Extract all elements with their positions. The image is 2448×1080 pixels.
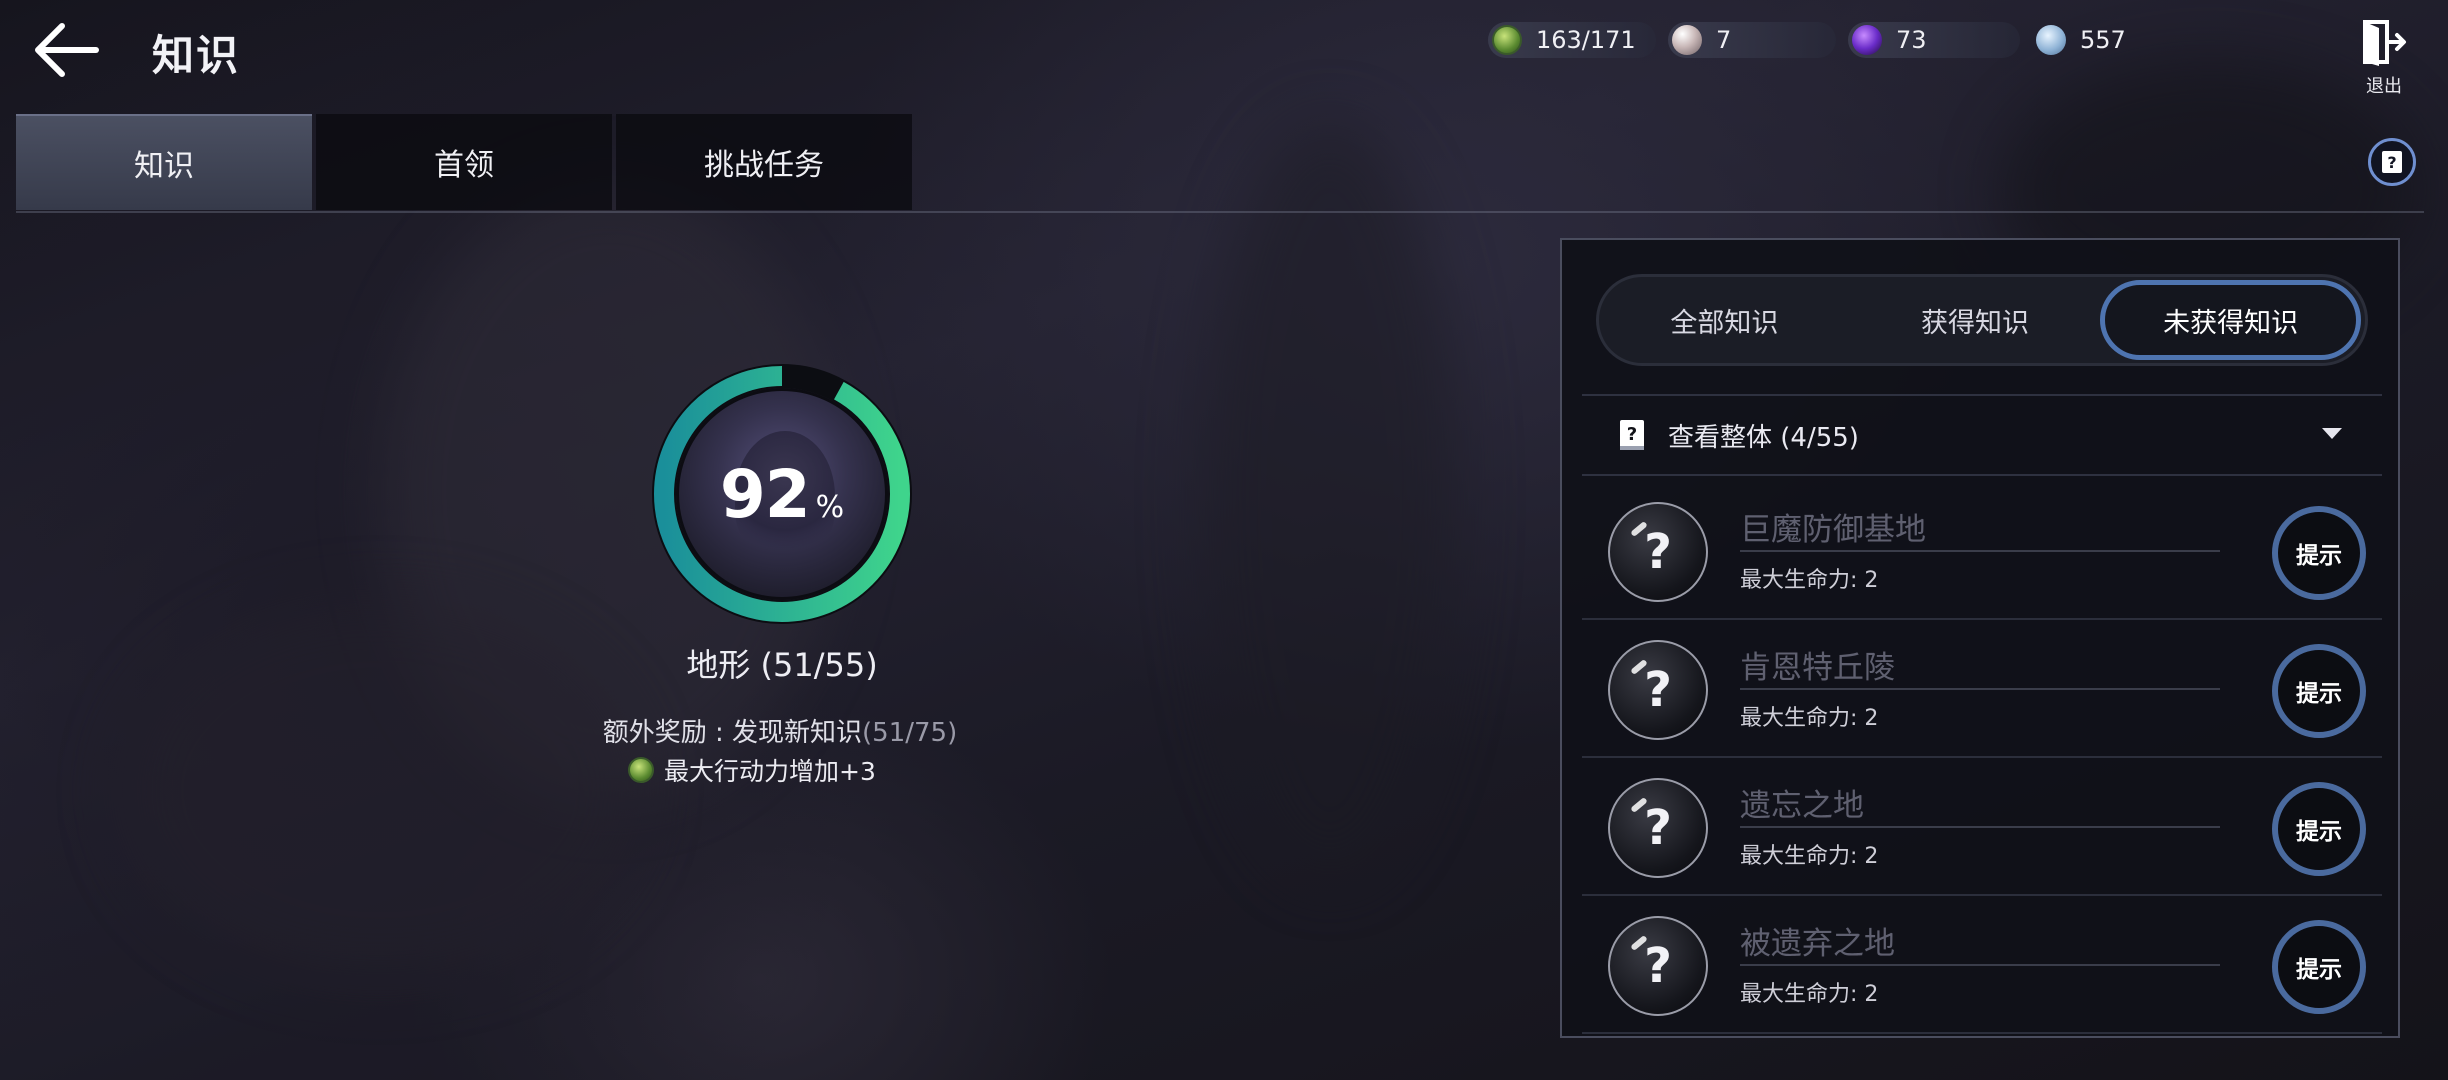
- unknown-orb-icon: ?: [1608, 502, 1708, 602]
- tab-challenges[interactable]: 挑战任务: [616, 114, 912, 210]
- knowledge-panel: 全部知识 获得知识 未获得知识 ? 查看整体 (4/55) ? 巨魔防御基地 最…: [1560, 238, 2400, 1038]
- hint-button[interactable]: 提示: [2272, 920, 2366, 1014]
- divider: [1740, 688, 2220, 690]
- overview-label: 查看整体 (4/55): [1668, 422, 1859, 453]
- list-item: ? 被遗弃之地 最大生命力: 2 提示: [1582, 896, 2382, 1034]
- filter-all[interactable]: 全部知识: [1599, 280, 1850, 360]
- exit-button[interactable]: 退出: [2356, 18, 2412, 97]
- item-name: 巨魔防御基地: [1740, 512, 1926, 548]
- hint-button[interactable]: 提示: [2272, 782, 2366, 876]
- item-name: 肯恩特丘陵: [1740, 650, 1895, 686]
- resource-pearls: 7: [1668, 22, 1836, 58]
- svg-text:?: ?: [2387, 153, 2396, 172]
- resource-action-points: 163/171: [1488, 22, 1656, 58]
- progress-percent-sign: %: [815, 489, 845, 525]
- filter-bar: 全部知识 获得知识 未获得知识: [1596, 274, 2368, 366]
- divider: [1740, 550, 2220, 552]
- item-stat: 最大生命力: 2: [1740, 982, 1879, 1007]
- divider: [1740, 826, 2220, 828]
- terrain-image: 92 %: [676, 388, 888, 600]
- progress-label: 地形 (51/55): [686, 646, 878, 684]
- terrain-progress: 92 %: [650, 362, 914, 626]
- exit-door-icon: [2363, 20, 2406, 66]
- tab-bosses[interactable]: 首领: [316, 114, 612, 210]
- exit-label: 退出: [2366, 76, 2402, 97]
- page-title: 知识: [152, 31, 241, 80]
- overview-dropdown[interactable]: ? 查看整体 (4/55): [1582, 394, 2382, 476]
- help-button[interactable]: ?: [2368, 138, 2416, 186]
- background-rock: [1200, 120, 1460, 880]
- item-name: 被遗弃之地: [1740, 926, 1895, 962]
- reward-text: 最大行动力增加+3: [664, 757, 876, 786]
- action-point-icon: [628, 757, 654, 783]
- background-rock: [120, 600, 640, 980]
- item-stat: 最大生命力: 2: [1740, 706, 1879, 731]
- hint-button[interactable]: 提示: [2272, 506, 2366, 600]
- resource-value: 7: [1716, 26, 1732, 54]
- gem-icon: [2036, 25, 2066, 55]
- unknown-orb-icon: ?: [1608, 778, 1708, 878]
- action-point-icon: [1492, 25, 1522, 55]
- divider: [1740, 964, 2220, 966]
- resource-value: 163/171: [1536, 26, 1636, 54]
- resource-value: 557: [2080, 26, 2126, 54]
- main-tabs: 知识 首领 挑战任务: [16, 114, 916, 210]
- item-stat: 最大生命力: 2: [1740, 844, 1879, 869]
- item-name: 遗忘之地: [1740, 788, 1864, 824]
- bonus-count: (51/75): [862, 718, 958, 748]
- question-book-icon: ?: [1620, 420, 1644, 450]
- back-button[interactable]: [32, 18, 102, 82]
- knowledge-list: ? 巨魔防御基地 最大生命力: 2 提示 ? 肯恩特丘陵 最大生命力: 2 提示…: [1582, 482, 2382, 1034]
- pearl-icon: [1672, 25, 1702, 55]
- svg-text:?: ?: [1627, 424, 1637, 445]
- resource-gems: 557: [2032, 22, 2142, 58]
- list-item: ? 肯恩特丘陵 最大生命力: 2 提示: [1582, 620, 2382, 758]
- resource-orbs: 73: [1848, 22, 2020, 58]
- filter-not-obtained[interactable]: 未获得知识: [2100, 280, 2362, 360]
- tabs-divider: [16, 211, 2424, 213]
- progress-percent: 92: [719, 455, 811, 533]
- filter-obtained[interactable]: 获得知识: [1850, 280, 2101, 360]
- list-item: ? 遗忘之地 最大生命力: 2 提示: [1582, 758, 2382, 896]
- unknown-orb-icon: ?: [1608, 640, 1708, 740]
- list-item: ? 巨魔防御基地 最大生命力: 2 提示: [1582, 482, 2382, 620]
- unknown-orb-icon: ?: [1608, 916, 1708, 1016]
- bonus-description: 额外奖励 : 发现新知识(51/75): [480, 712, 1080, 749]
- help-book-icon: ?: [2382, 151, 2402, 173]
- arrow-left-icon: [35, 23, 99, 77]
- resource-value: 73: [1896, 26, 1927, 54]
- hint-button[interactable]: 提示: [2272, 644, 2366, 738]
- bonus-reward: 最大行动力增加+3: [628, 754, 876, 786]
- item-stat: 最大生命力: 2: [1740, 568, 1879, 593]
- purple-orb-icon: [1852, 25, 1882, 55]
- bonus-text: 额外奖励 : 发现新知识: [602, 718, 863, 748]
- tab-knowledge[interactable]: 知识: [16, 114, 312, 210]
- chevron-down-icon: [2322, 428, 2342, 439]
